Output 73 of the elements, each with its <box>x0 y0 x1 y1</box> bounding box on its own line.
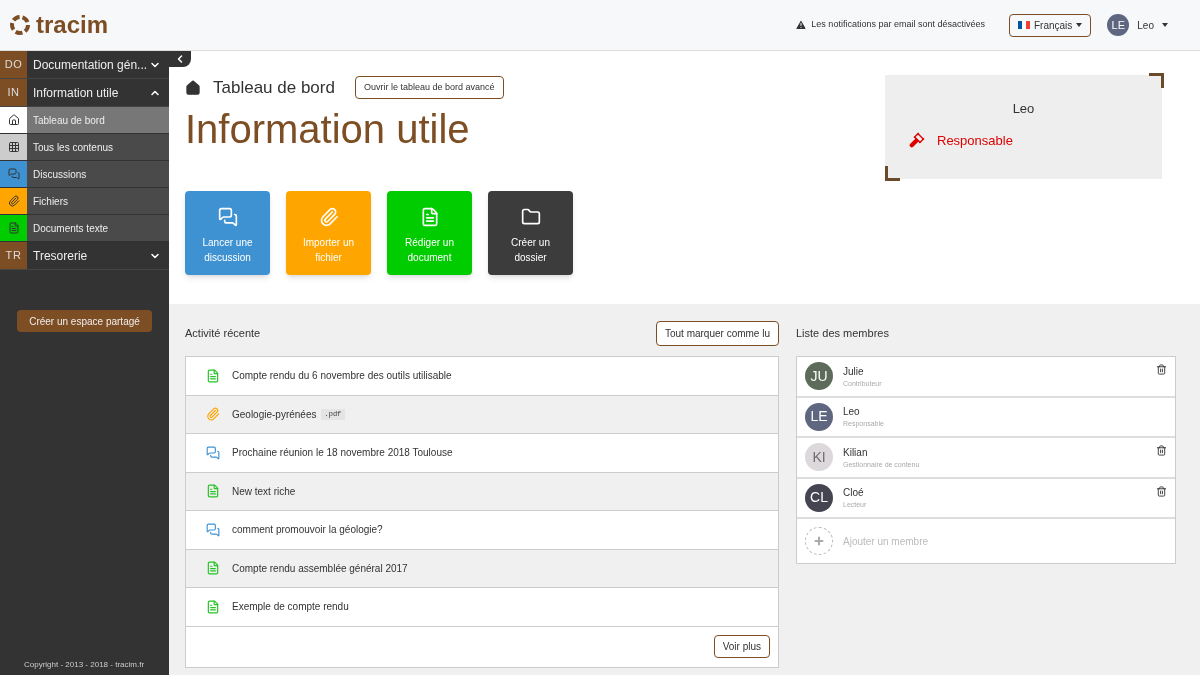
document-icon <box>206 599 220 614</box>
document-icon <box>206 561 220 576</box>
flag-icon <box>1017 21 1030 29</box>
user-avatar[interactable]: LE <box>1107 14 1130 36</box>
folder-icon <box>520 206 541 227</box>
logo-text: tracim <box>36 10 109 40</box>
activity-item[interactable]: Compte rendu assemblée général 2017 <box>186 549 778 588</box>
gavel-icon <box>909 132 925 149</box>
sidebar-item-label: Documents texte <box>33 221 109 236</box>
caret-icon <box>1076 23 1083 27</box>
workspace-initials: IN <box>0 79 27 106</box>
home-icon <box>7 114 20 126</box>
caret-icon[interactable] <box>1162 23 1168 27</box>
sidebar-item-label: Tous les contenus <box>33 140 114 155</box>
trash-icon[interactable] <box>1156 364 1167 375</box>
sidebar-item[interactable]: Fichiers <box>0 188 169 215</box>
workspace-title: Information utile <box>185 108 471 149</box>
member-name: Leo <box>843 405 861 419</box>
corner-bracket-icon <box>1149 73 1164 88</box>
trash-icon[interactable] <box>1156 445 1167 456</box>
chat-bubbles-icon <box>206 522 220 537</box>
section-title: Activité récente <box>185 325 261 341</box>
member-name: Julie <box>843 364 865 379</box>
collapse-sidebar-button[interactable] <box>169 51 191 67</box>
sidebar-item[interactable]: Tableau de bord <box>0 107 169 134</box>
warning-icon <box>795 19 808 31</box>
home-icon <box>185 79 201 96</box>
notification-text: Les notifications par email sont désactivées <box>811 18 985 32</box>
sidebar-item-label: Tableau de bord <box>33 113 105 128</box>
paperclip-icon <box>7 195 20 207</box>
sidebar-item[interactable]: Discussions <box>0 161 169 188</box>
trash-icon[interactable] <box>1156 485 1167 497</box>
role-label: Responsable <box>937 131 1013 150</box>
workspace-name: Tresorerie <box>33 247 88 265</box>
create-workspace-button[interactable]: Créer un espace partagé <box>17 310 152 332</box>
document-icon <box>206 368 220 383</box>
mark-all-read-button[interactable]: Tout marquer comme lu <box>655 320 779 346</box>
corner-bracket-icon <box>885 166 900 181</box>
section-title: Liste des membres <box>796 325 889 341</box>
workspace-initials: DO <box>0 51 27 78</box>
chat-bubbles-icon <box>217 206 238 227</box>
card-user-name: Leo <box>1012 100 1035 118</box>
sidebar-item[interactable]: Tous les contenus <box>0 134 169 161</box>
paperclip-icon <box>318 206 339 227</box>
workspace-initials: TR <box>0 242 27 269</box>
member-avatar: LE <box>805 402 833 431</box>
member-avatar: JU <box>805 362 833 391</box>
sidebar-item-label: Fichiers <box>33 194 68 209</box>
sidebar-item[interactable]: Documents texte <box>0 215 169 242</box>
workspace-name: Documentation gén... <box>33 56 148 74</box>
document-icon <box>206 484 220 499</box>
workspace-item[interactable]: TR Tresorerie <box>0 242 169 270</box>
chat-bubbles-icon <box>7 168 20 180</box>
user-name[interactable]: Leo <box>1137 17 1154 33</box>
workspace-name: Information utile <box>33 84 119 102</box>
member-avatar: KI <box>805 443 833 472</box>
workspace-item[interactable]: DO Documentation gén... <box>0 51 169 79</box>
member-name: Cloé <box>843 486 865 500</box>
paperclip-icon <box>206 407 220 422</box>
grid-icon <box>7 141 20 153</box>
member-avatar: CL <box>805 483 833 512</box>
copyright-text: Copyright - 2013 - 2018 - tracim.fr <box>24 659 146 671</box>
member-name: Kilian <box>843 445 869 460</box>
activity-item[interactable]: New text riche <box>186 472 778 511</box>
see-more-button[interactable]: Voir plus <box>713 635 770 658</box>
breadcrumb-title: Tableau de bord <box>213 77 335 99</box>
advanced-dashboard-button[interactable]: Ouvrir le tableau de bord avancé <box>354 76 504 100</box>
sidebar-item-label: Discussions <box>33 167 87 182</box>
action-tile[interactable]: Créer un dossier <box>488 190 573 275</box>
logo-icon <box>8 13 32 37</box>
chat-bubbles-icon <box>206 445 220 460</box>
document-icon <box>7 222 20 234</box>
language-button[interactable]: Français <box>1008 13 1092 37</box>
